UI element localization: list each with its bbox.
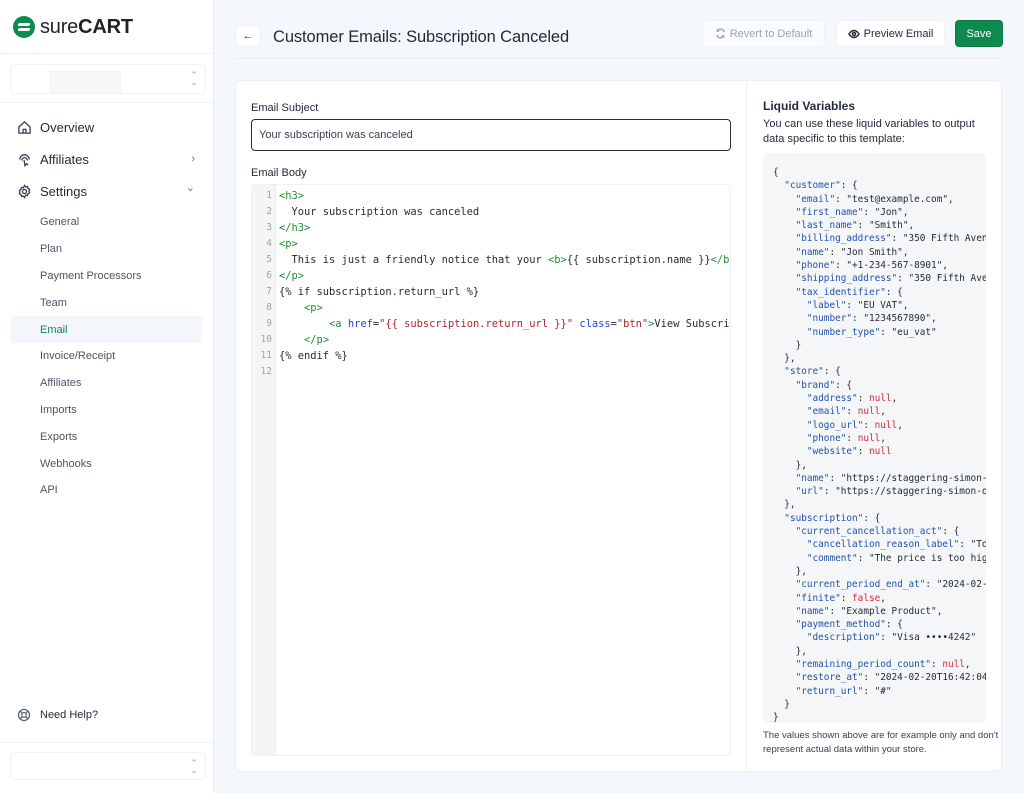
liquid-variables-note: The values shown above are for example o… (763, 730, 999, 755)
sidebar-item-settings[interactable]: Settings ⌄ (0, 175, 213, 207)
store-switcher[interactable]: ⌃ ⌄ (10, 64, 206, 94)
line-number: 10 (260, 334, 272, 345)
store-name-redacted (49, 71, 121, 93)
liquid-variables-title: Liquid Variables (763, 99, 856, 113)
liquid-variables-description: You can use these liquid variables to ou… (763, 118, 975, 145)
code-line: 11 {% endif %} (252, 348, 730, 364)
line-number: 3 (266, 222, 272, 233)
logo-text: sureCART (40, 15, 133, 38)
surecart-logo-icon (13, 16, 35, 38)
sidebar-item-label: Affiliates (40, 151, 89, 167)
code-text: </p> (304, 334, 330, 346)
sidebar-item-label: Overview (40, 119, 95, 135)
liquid-variables-json[interactable]: { "customer": { "email": "test@example.c… (763, 153, 986, 723)
settings-subnav: General Plan Payment Processors Team Ema… (0, 209, 213, 504)
code-line: 7 {% if subscription.return_url %} (252, 284, 730, 300)
sidebar: sureCART ⌃ ⌄ Overview Affiliates › Settin… (0, 0, 214, 793)
chevron-down-icon: ⌄ (185, 182, 195, 194)
sidebar-item-label: Settings (40, 183, 87, 199)
lifebuoy-icon (17, 708, 31, 722)
sidebar-item-api[interactable]: API (0, 477, 202, 504)
code-text: <p> (279, 238, 298, 250)
code-line: 1 <h3> (252, 188, 730, 204)
fingerprint-cursor-icon (19, 153, 30, 167)
divider (0, 53, 213, 54)
code-text: Your subscription was canceled (279, 206, 480, 218)
code-text: </h3> (279, 222, 311, 234)
revert-to-default-button[interactable]: Revert to Default (702, 20, 825, 47)
code-text: <p> (304, 302, 323, 314)
line-number: 12 (260, 366, 272, 377)
sidebar-item-overview[interactable]: Overview (0, 111, 213, 143)
email-subject-label: Email Subject (251, 102, 319, 114)
code-text: <h3> (279, 190, 305, 202)
sidebar-item-exports[interactable]: Exports (0, 423, 202, 450)
line-number: 11 (260, 350, 272, 361)
chevron-right-icon: › (191, 153, 195, 165)
code-line: 3 </h3> (252, 220, 730, 236)
divider (746, 81, 747, 771)
revert-label: Revert to Default (729, 27, 813, 40)
sidebar-item-affiliates[interactable]: Affiliates › (0, 143, 213, 175)
code-line: 12 (252, 364, 730, 380)
surecart-logo[interactable]: sureCART (13, 15, 133, 39)
main-nav: Overview Affiliates › Settings ⌄ (0, 111, 213, 207)
sidebar-item-payment-processors[interactable]: Payment Processors (0, 263, 202, 290)
code-line: 6 </p> (252, 268, 730, 284)
sidebar-item-webhooks[interactable]: Webhooks (0, 450, 202, 477)
code-text: <a href="{{ subscription.return_url }}" … (329, 318, 729, 330)
line-number: 1 (266, 190, 272, 201)
sidebar-item-email[interactable]: Email (11, 316, 202, 343)
home-icon (18, 120, 31, 134)
help-label: Need Help? (40, 709, 99, 721)
line-number: 2 (266, 206, 272, 217)
line-number: 8 (266, 302, 272, 313)
sidebar-item-plan[interactable]: Plan (0, 236, 202, 263)
sidebar-item-team[interactable]: Team (0, 289, 202, 316)
code-line: 2 Your subscription was canceled (252, 204, 730, 220)
divider (0, 102, 213, 103)
divider (0, 742, 213, 743)
email-body-label: Email Body (251, 167, 307, 179)
code-line: 9 <a href="{{ subscription.return_url }}… (252, 316, 730, 332)
liquid-variables-code: { "customer": { "email": "test@example.c… (773, 167, 986, 723)
code-text: </p> (279, 270, 305, 282)
code-line: 5 This is just a friendly notice that yo… (252, 252, 730, 268)
refresh-icon (715, 28, 725, 39)
sidebar-item-imports[interactable]: Imports (0, 397, 202, 424)
code-line: 8 <p> (252, 300, 730, 316)
line-number: 7 (266, 286, 272, 297)
eye-icon (847, 29, 860, 38)
line-number: 5 (266, 254, 272, 265)
sidebar-item-affiliates-settings[interactable]: Affiliates (0, 370, 202, 397)
email-body-editor[interactable]: 1 <h3> 2 Your subscription was canceled 3 </… (251, 184, 731, 756)
sidebar-item-invoice-receipt[interactable]: Invoice/Receipt (0, 343, 202, 370)
code-text: This is just a friendly notice that your… (279, 254, 730, 266)
chevron-up-down-icon: ⌃ ⌄ (190, 758, 198, 775)
account-switcher[interactable]: ⌃ ⌄ (10, 752, 206, 780)
code-line: 10 </p> (252, 332, 730, 348)
line-number: 4 (266, 238, 272, 249)
email-subject-input[interactable] (251, 119, 731, 151)
code-text: {% endif %} (279, 350, 348, 362)
preview-email-button[interactable]: Preview Email (836, 20, 945, 47)
page-title: Customer Emails: Subscription Canceled (273, 28, 570, 46)
sidebar-item-general[interactable]: General (0, 209, 202, 236)
line-number: 9 (266, 318, 272, 329)
code-text: {% if subscription.return_url %} (279, 286, 480, 298)
back-button[interactable]: ← (235, 25, 261, 47)
save-button[interactable]: Save (955, 20, 1003, 47)
gear-icon (18, 183, 31, 199)
preview-label: Preview Email (863, 27, 934, 40)
need-help-link[interactable]: Need Help? (17, 708, 98, 722)
divider (235, 58, 1002, 59)
code-line: 4 <p> (252, 236, 730, 252)
chevron-up-down-icon: ⌃ ⌄ (190, 70, 198, 87)
code-lines: 1 <h3> 2 Your subscription was canceled 3 </… (252, 188, 730, 380)
line-number: 6 (266, 270, 272, 281)
